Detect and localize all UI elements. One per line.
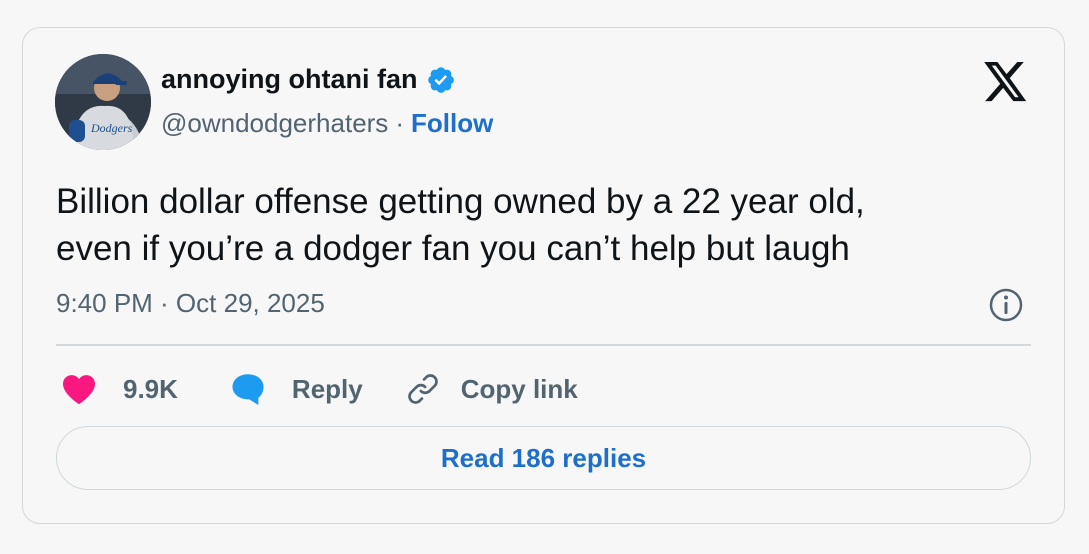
divider [56, 344, 1031, 346]
copy-link-button[interactable]: Copy link [405, 371, 578, 407]
speech-bubble-icon [230, 372, 266, 406]
reply-button[interactable]: Reply [230, 372, 363, 406]
author-handle-row: @owndodgerhaters · Follow [161, 108, 493, 139]
copy-link-label: Copy link [460, 373, 578, 404]
heart-icon [61, 373, 97, 405]
link-icon [405, 371, 441, 407]
embedded-tweet-card[interactable]: Dodgers annoying ohtani fan @owndodgerha… [22, 27, 1065, 524]
like-count: 9.9K [123, 373, 178, 404]
tweet-text-line-1: Billion dollar offense getting owned by … [56, 182, 865, 221]
avatar[interactable]: Dodgers [55, 54, 151, 150]
follow-button[interactable]: Follow [411, 108, 493, 139]
info-icon[interactable] [988, 287, 1024, 323]
tweet-actions-bar: 9.9K Reply Copy link [61, 367, 578, 411]
author-display-name[interactable]: annoying ohtani fan [161, 64, 418, 95]
author-handle[interactable]: @owndodgerhaters [161, 108, 388, 139]
read-replies-button[interactable]: Read 186 replies [56, 426, 1031, 490]
reply-label: Reply [291, 373, 363, 404]
tweet-text: Billion dollar offense getting owned by … [56, 178, 1036, 272]
svg-text:Dodgers: Dodgers [90, 121, 133, 135]
verified-badge-icon [426, 65, 456, 95]
avatar-player-image: Dodgers [55, 54, 151, 150]
like-button[interactable]: 9.9K [61, 373, 178, 405]
tweet-timestamp[interactable]: 9:40 PM · Oct 29, 2025 [56, 288, 325, 319]
author-name-row[interactable]: annoying ohtani fan [161, 64, 456, 95]
separator-dot: · [395, 108, 404, 138]
tweet-text-line-2: even if you’re a dodger fan you can’t he… [56, 229, 850, 268]
x-logo-icon[interactable] [984, 62, 1028, 102]
